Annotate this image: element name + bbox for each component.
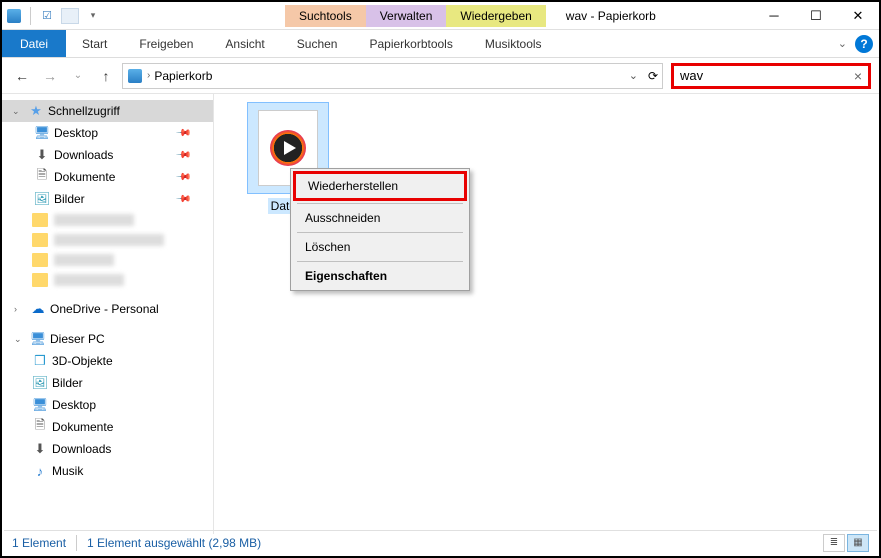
- search-value: wav: [680, 68, 703, 83]
- context-cut[interactable]: Ausschneiden: [293, 206, 467, 230]
- tab-freigeben[interactable]: Freigeben: [123, 30, 209, 57]
- sidebar-bilder2[interactable]: 🖼 Bilder: [2, 372, 213, 394]
- contextual-tab-wiedergeben: Wiedergeben: [446, 5, 545, 27]
- minimize-button[interactable]: ─: [753, 2, 795, 30]
- tab-start[interactable]: Start: [66, 30, 123, 57]
- sidebar-blurred-item[interactable]: [32, 210, 213, 230]
- view-icons-button[interactable]: ▦: [847, 534, 869, 552]
- tab-suchen[interactable]: Suchen: [281, 30, 354, 57]
- pin-icon: 📌: [174, 169, 191, 186]
- sidebar-blurred-item[interactable]: [32, 250, 213, 270]
- close-button[interactable]: ✕: [837, 2, 879, 30]
- view-details-button[interactable]: ≣: [823, 534, 845, 552]
- sidebar-bilder[interactable]: 🖼 Bilder 📌: [2, 188, 213, 210]
- path-separator-icon[interactable]: ›: [147, 70, 150, 81]
- pictures-icon: 🖼: [32, 375, 48, 391]
- qat-dropdown-icon[interactable]: ▾: [85, 8, 101, 24]
- qat-properties-icon[interactable]: ☑: [39, 8, 55, 24]
- nav-recent-dropdown[interactable]: ⌄: [66, 64, 90, 88]
- nav-forward-button[interactable]: →: [38, 64, 62, 88]
- sidebar-item-label: Schnellzugriff: [48, 104, 120, 118]
- search-input[interactable]: wav ×: [671, 63, 871, 89]
- sidebar-3dobjects[interactable]: ❒ 3D-Objekte: [2, 350, 213, 372]
- context-separator: [297, 232, 463, 233]
- cloud-icon: ☁: [30, 301, 46, 317]
- sidebar-desktop2[interactable]: 🖥 Desktop: [2, 394, 213, 416]
- nav-up-button[interactable]: ↑: [94, 64, 118, 88]
- qat-newfolder-icon[interactable]: [61, 8, 79, 24]
- context-separator: [297, 261, 463, 262]
- sidebar-blurred-item[interactable]: [32, 270, 213, 290]
- sidebar-item-label: Desktop: [54, 126, 98, 140]
- address-path[interactable]: › Papierkorb ⌄ ⟳: [122, 63, 663, 89]
- sidebar-onedrive[interactable]: › ☁ OneDrive - Personal: [2, 298, 213, 320]
- contextual-tab-verwalten: Verwalten: [366, 5, 447, 27]
- sidebar-thispc[interactable]: ⌄ 🖥 Dieser PC: [2, 328, 213, 350]
- sidebar-musik[interactable]: ♪ Musik: [2, 460, 213, 482]
- path-recycle-icon: [127, 68, 143, 84]
- desktop-icon: 🖥: [34, 125, 50, 141]
- help-icon[interactable]: ?: [855, 35, 873, 53]
- ribbon-expand-icon[interactable]: ⌄: [838, 37, 847, 50]
- context-delete[interactable]: Löschen: [293, 235, 467, 259]
- pin-icon: 📌: [174, 147, 191, 164]
- search-clear-icon[interactable]: ×: [854, 68, 862, 84]
- context-separator: [297, 203, 463, 204]
- sidebar-downloads[interactable]: ⬇ Downloads 📌: [2, 144, 213, 166]
- sidebar-blurred-item[interactable]: [32, 230, 213, 250]
- chevron-down-icon[interactable]: ⌄: [12, 106, 24, 117]
- sidebar-dokumente2[interactable]: 🗎 Dokumente: [2, 416, 213, 438]
- app-icon: [6, 8, 22, 24]
- sidebar-item-label: Bilder: [52, 376, 83, 390]
- content-pane[interactable]: Datei_: [214, 94, 879, 534]
- file-menu[interactable]: Datei: [2, 30, 66, 57]
- path-segment[interactable]: Papierkorb: [154, 69, 212, 83]
- documents-icon: 🗎: [34, 169, 50, 185]
- nav-back-button[interactable]: ←: [10, 64, 34, 88]
- context-restore[interactable]: Wiederherstellen: [293, 171, 467, 201]
- status-selection: 1 Element ausgewählt (2,98 MB): [87, 536, 261, 550]
- sidebar-item-label: Desktop: [52, 398, 96, 412]
- sidebar-item-label: Downloads: [52, 442, 111, 456]
- sidebar-item-label: Dieser PC: [50, 332, 105, 346]
- navigation-sidebar[interactable]: ⌄ ★ Schnellzugriff 🖥 Desktop 📌 ⬇ Downloa…: [2, 94, 214, 534]
- chevron-right-icon[interactable]: ›: [14, 304, 26, 314]
- pc-icon: 🖥: [30, 331, 46, 347]
- documents-icon: 🗎: [32, 419, 48, 435]
- chevron-down-icon[interactable]: ⌄: [14, 334, 26, 345]
- path-dropdown-icon[interactable]: ⌄: [629, 69, 638, 82]
- maximize-button[interactable]: ☐: [795, 2, 837, 30]
- sidebar-dokumente[interactable]: 🗎 Dokumente 📌: [2, 166, 213, 188]
- tab-papierkorbtools[interactable]: Papierkorbtools: [353, 30, 468, 57]
- media-play-icon: [270, 130, 306, 166]
- pin-icon: 📌: [174, 125, 191, 142]
- context-properties[interactable]: Eigenschaften: [293, 264, 467, 288]
- sidebar-item-label: OneDrive - Personal: [50, 302, 159, 316]
- sidebar-item-label: Dokumente: [54, 170, 115, 184]
- tab-musiktools[interactable]: Musiktools: [469, 30, 558, 57]
- tab-ansicht[interactable]: Ansicht: [209, 30, 280, 57]
- sidebar-item-label: Musik: [52, 464, 83, 478]
- refresh-icon[interactable]: ⟳: [648, 69, 658, 83]
- sidebar-desktop[interactable]: 🖥 Desktop 📌: [2, 122, 213, 144]
- sidebar-item-label: Downloads: [54, 148, 113, 162]
- sidebar-quickaccess[interactable]: ⌄ ★ Schnellzugriff: [2, 100, 213, 122]
- music-icon: ♪: [32, 463, 48, 479]
- status-count: 1 Element: [12, 536, 66, 550]
- contextual-tab-suchtools: Suchtools: [285, 5, 366, 27]
- pin-icon: 📌: [174, 191, 191, 208]
- sidebar-item-label: Bilder: [54, 192, 85, 206]
- downloads-icon: ⬇: [34, 147, 50, 163]
- window-title: wav - Papierkorb: [566, 9, 656, 23]
- sidebar-item-label: Dokumente: [52, 420, 113, 434]
- context-menu: Wiederherstellen Ausschneiden Löschen Ei…: [290, 168, 470, 291]
- downloads-icon: ⬇: [32, 441, 48, 457]
- sidebar-downloads2[interactable]: ⬇ Downloads: [2, 438, 213, 460]
- sidebar-item-label: 3D-Objekte: [52, 354, 113, 368]
- status-bar: 1 Element 1 Element ausgewählt (2,98 MB)…: [4, 530, 877, 554]
- cube-icon: ❒: [32, 353, 48, 369]
- star-icon: ★: [28, 103, 44, 119]
- pictures-icon: 🖼: [34, 191, 50, 207]
- desktop-icon: 🖥: [32, 397, 48, 413]
